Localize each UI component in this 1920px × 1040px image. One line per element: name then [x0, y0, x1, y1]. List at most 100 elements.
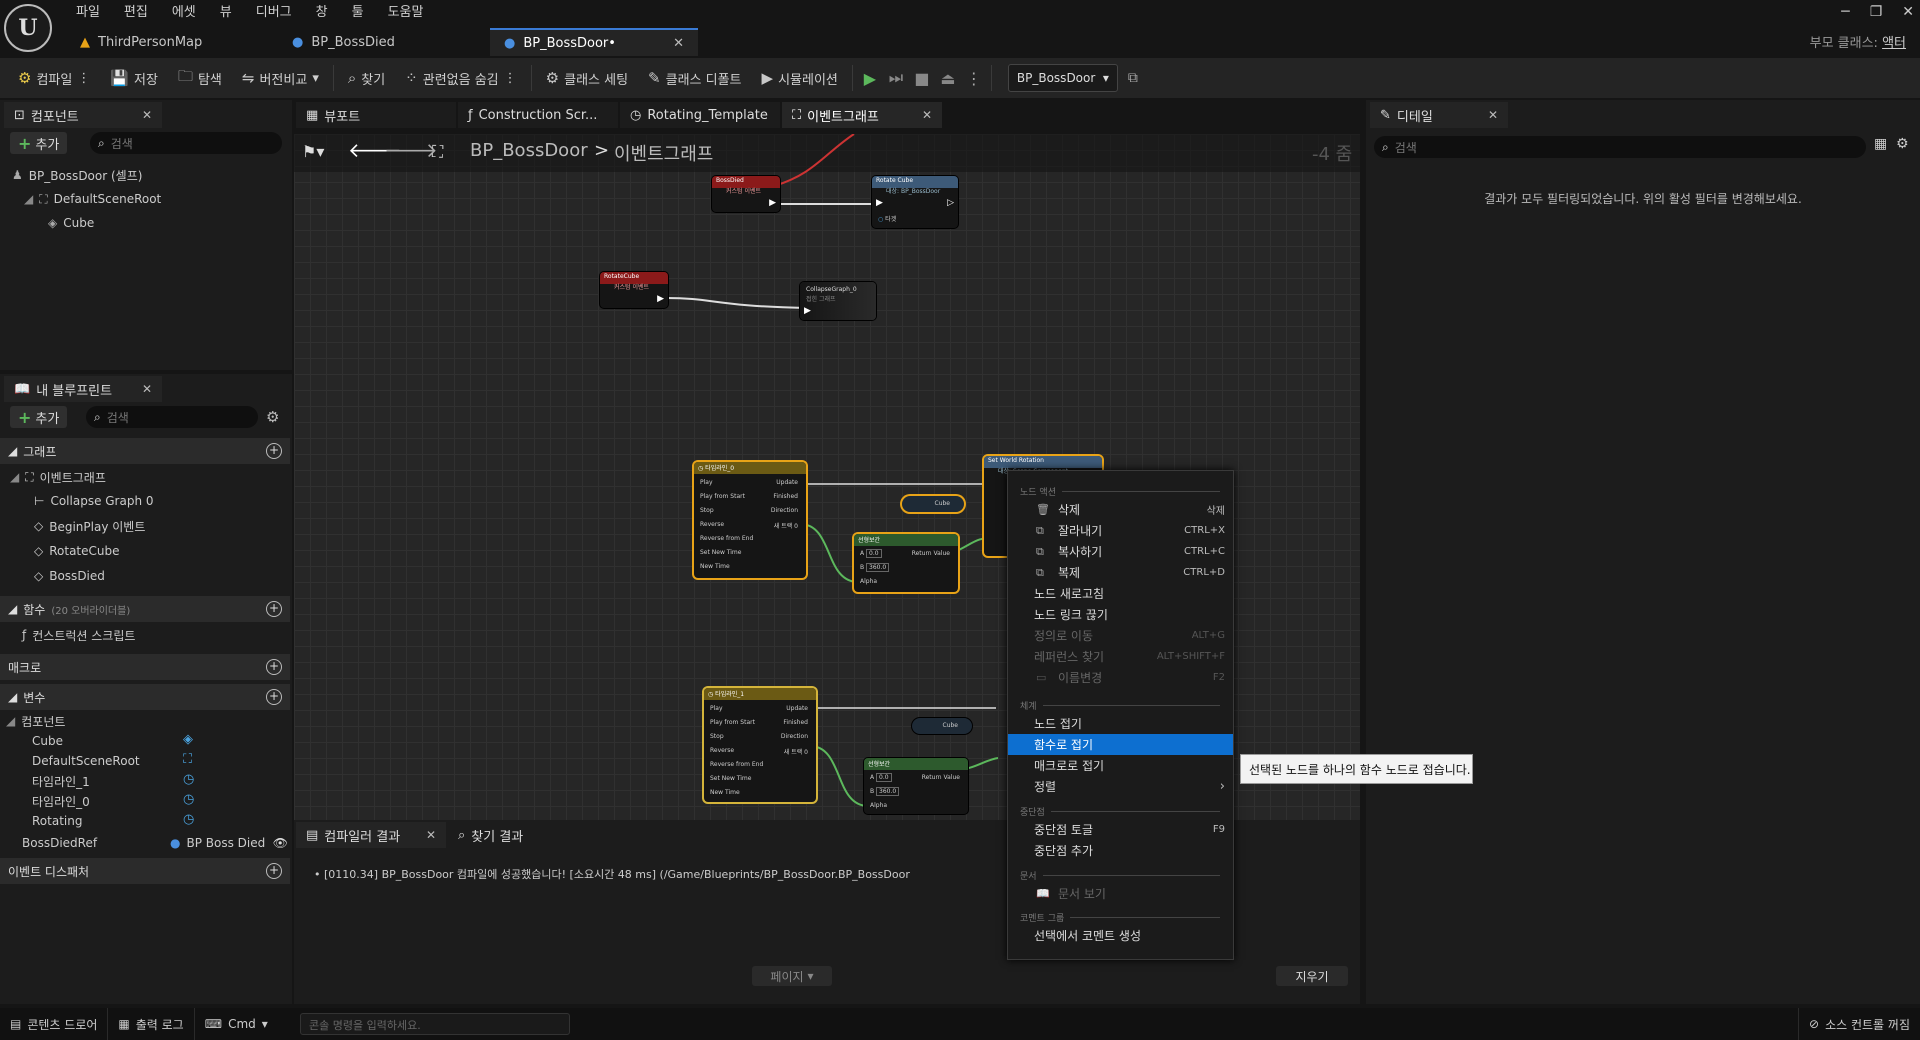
debug-object-select[interactable]: BP_BossDoor ▾: [1007, 64, 1118, 92]
menu-item-duplicate[interactable]: ⧉ 복제 CTRL+D: [1008, 562, 1233, 583]
console-input[interactable]: 콘솔 명령을 입력하세요.: [300, 1013, 570, 1035]
my-blueprint-search-input[interactable]: ⌕ 검색: [86, 406, 258, 428]
node-rotatecube-event[interactable]: RotateCube 커스텀 이벤트 ▶: [600, 272, 668, 308]
add-circle-icon[interactable]: +: [266, 689, 282, 705]
variable-group-components[interactable]: ◢ 컴포넌트: [6, 710, 65, 732]
table-view-icon[interactable]: ▦: [1874, 136, 1887, 152]
gear-icon[interactable]: ⚙: [1896, 136, 1909, 152]
menu-help[interactable]: 도움말: [376, 2, 436, 24]
parent-class-link[interactable]: 액터: [1882, 36, 1906, 51]
category-graphs[interactable]: ◢ 그래프 +: [0, 438, 290, 464]
event-graph-item[interactable]: ◢ ⛶ 이벤트그래프: [10, 466, 106, 488]
tree-item-self[interactable]: ♟ BP_BossDoor (셀프): [12, 164, 142, 186]
menu-item-break-links[interactable]: 노드 링크 끊기: [1008, 604, 1233, 625]
source-control-button[interactable]: ⊘ 소스 컨트롤 꺼짐: [1798, 1008, 1920, 1040]
variable-item-timeline0[interactable]: 타임라인_0: [32, 790, 90, 812]
close-icon[interactable]: ✕: [426, 828, 436, 842]
menu-item-delete[interactable]: 🗑 삭제 삭제: [1008, 499, 1233, 520]
tab-event-graph[interactable]: ⛶ 이벤트그래프 ✕: [782, 102, 942, 128]
gear-icon[interactable]: ⚙: [266, 408, 279, 426]
save-button[interactable]: 💾 저장: [100, 58, 168, 98]
pin-b[interactable]: B 360.0: [860, 563, 890, 572]
category-macros[interactable]: 매크로 +: [0, 654, 290, 680]
exec-out-pin-icon[interactable]: ▷: [947, 198, 954, 208]
tab-construction-script[interactable]: ƒ Construction Scr...: [458, 102, 618, 128]
tree-item-cube[interactable]: ◈ Cube: [48, 212, 94, 234]
node-collapse-graph[interactable]: CollapseGraph_0 접힌 그래프 ▶: [800, 282, 876, 320]
category-functions[interactable]: ◢ 함수 (20 오버라이더블) +: [0, 596, 290, 622]
node-rotatecube-call[interactable]: Rotate Cube 대상: BP_BossDoor ▶ ▷ ○ 타겟: [872, 176, 958, 228]
eye-icon[interactable]: 👁: [273, 836, 288, 850]
add-circle-icon[interactable]: +: [266, 601, 282, 617]
node-timeline0[interactable]: ◷ 타임라인_0 Play Play from Start Stop Rever…: [694, 462, 806, 578]
exec-out-pin-icon[interactable]: ▶: [657, 294, 664, 304]
restore-icon[interactable]: ❐: [1870, 4, 1883, 20]
page-button[interactable]: 페이지 ▾: [752, 966, 832, 986]
add-circle-icon[interactable]: +: [266, 863, 282, 879]
node-lerp0[interactable]: 선형보간 A 0.0 B 360.0 Alpha Return Value: [854, 534, 958, 592]
add-member-button[interactable]: + 추가: [10, 406, 68, 428]
menu-tools[interactable]: 툴: [340, 2, 376, 24]
more-options-icon[interactable]: ⋮: [77, 71, 90, 86]
diff-button[interactable]: ⇋ 버전비교 ▾: [232, 58, 329, 98]
menu-item-toggle-breakpoint[interactable]: 중단점 토글 F9: [1008, 819, 1233, 840]
add-circle-icon[interactable]: +: [266, 443, 282, 459]
stop-icon[interactable]: ■: [909, 65, 935, 91]
pin-b[interactable]: B 360.0: [870, 787, 900, 796]
clear-button[interactable]: 지우기: [1276, 966, 1348, 986]
pin-a[interactable]: A 0.0: [870, 773, 892, 782]
menu-window[interactable]: 창: [304, 2, 340, 24]
eject-icon[interactable]: ⏏: [935, 65, 961, 91]
node-cube-getter[interactable]: Cube: [902, 496, 964, 512]
node-timeline1[interactable]: ◷ 타임라인_1 Play Play from Start Stop Rever…: [704, 688, 816, 802]
graph-item-collapse[interactable]: ⊢ Collapse Graph 0: [34, 490, 154, 512]
more-options-icon[interactable]: ⋮: [961, 65, 987, 91]
doc-tab-bp-bossdied[interactable]: ● BP_BossDied: [278, 28, 488, 56]
variable-item-rotating[interactable]: Rotating: [32, 810, 82, 832]
function-item-construction-script[interactable]: ƒ 컨스트럭션 스크립트: [22, 624, 135, 646]
close-icon[interactable]: ✕: [1488, 108, 1498, 122]
tab-find-results[interactable]: ⌕ 찾기 결과: [448, 822, 588, 848]
close-window-icon[interactable]: ✕: [1902, 4, 1914, 20]
category-variables[interactable]: ◢ 변수 +: [0, 684, 290, 710]
compile-button[interactable]: ⚙ 컴파일 ⋮: [8, 58, 100, 98]
simulation-button[interactable]: ▶ 시뮬레이션: [752, 58, 848, 98]
menu-item-add-breakpoint[interactable]: 중단점 추가: [1008, 840, 1233, 861]
node-bossdied-event[interactable]: BossDied 커스텀 이벤트 ▶: [712, 176, 780, 212]
details-search-input[interactable]: ⌕ 검색: [1374, 136, 1866, 158]
unreal-logo-icon[interactable]: U: [4, 4, 52, 52]
graph-item-bossdied[interactable]: ◇ BossDied: [34, 565, 105, 587]
menu-item-alignment[interactable]: 정렬 ›: [1008, 776, 1233, 797]
class-settings-button[interactable]: ⚙ 클래스 세팅: [536, 58, 638, 98]
doc-tab-bp-bossdoor[interactable]: ● BP_BossDoor• ✕: [490, 28, 698, 56]
pin-value[interactable]: 360.0: [866, 563, 890, 572]
step-icon[interactable]: ⏭: [883, 65, 909, 91]
exec-in-pin-icon[interactable]: ▶: [876, 198, 883, 208]
menu-edit[interactable]: 편집: [112, 2, 160, 24]
pin-value[interactable]: 0.0: [866, 549, 882, 558]
menu-item-collapse-to-function[interactable]: 함수로 접기: [1008, 734, 1233, 755]
components-tab[interactable]: ⊡ 컴포넌트 ✕: [4, 102, 162, 128]
pin-value[interactable]: 360.0: [876, 787, 900, 796]
content-drawer-button[interactable]: ▤ 콘텐츠 드로어: [0, 1008, 109, 1040]
variable-item-timeline1[interactable]: 타임라인_1: [32, 770, 90, 792]
components-search-input[interactable]: ⌕ 검색: [90, 132, 282, 154]
find-button[interactable]: ⌕ 찾기: [338, 58, 395, 98]
add-circle-icon[interactable]: +: [266, 659, 282, 675]
minimize-icon[interactable]: ─: [1841, 4, 1849, 20]
exec-out-pin-icon[interactable]: ▶: [769, 198, 776, 208]
node-cube-getter-2[interactable]: Cube: [912, 718, 972, 734]
menu-item-collapse-to-macro[interactable]: 매크로로 접기: [1008, 755, 1233, 776]
menu-asset[interactable]: 에셋: [160, 2, 208, 24]
my-blueprint-tab[interactable]: 📖 내 블루프린트 ✕: [4, 376, 162, 402]
tab-viewport[interactable]: ▦ 뷰포트: [296, 102, 456, 128]
class-defaults-button[interactable]: ✎ 클래스 디폴트: [638, 58, 751, 98]
close-icon[interactable]: ✕: [922, 108, 932, 122]
pin-value[interactable]: 0.0: [876, 773, 892, 782]
menu-item-refresh-nodes[interactable]: 노드 새로고침: [1008, 583, 1233, 604]
output-log-button[interactable]: ▦ 출력 로그: [108, 1008, 195, 1040]
doc-tab-thirdpersonmap[interactable]: ▲ ThirdPersonMap: [66, 28, 276, 56]
browse-button[interactable]: 🗀 탐색: [168, 58, 232, 98]
exec-in-pin-icon[interactable]: ▶: [804, 306, 811, 316]
debug-browse-icon[interactable]: ⧉: [1128, 70, 1138, 86]
